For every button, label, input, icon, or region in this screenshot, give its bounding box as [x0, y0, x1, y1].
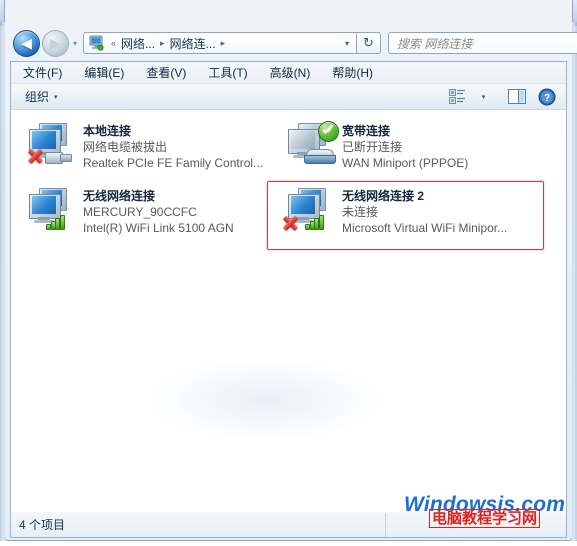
menu-item-view[interactable]: 查看(V) — [146, 64, 186, 81]
wireless-signal-icon — [25, 186, 83, 234]
connection-name: 本地连接 — [83, 124, 132, 138]
breadcrumb-leading-separator: « — [111, 38, 117, 48]
search-box[interactable]: 搜索 网络连接 — [388, 32, 577, 54]
signal-bars-icon — [305, 214, 325, 230]
breadcrumb-separator-2[interactable]: ▸ — [221, 38, 226, 49]
connections-list: 本地连接 网络电缆被拔出 Realtek PCIe FE Family Cont… — [11, 110, 566, 537]
connection-status: MERCURY_90CCFC — [83, 205, 197, 219]
search-input[interactable]: 搜索 网络连接 — [389, 35, 577, 52]
window-root: ✕ ◀ ▶ ▾ « 网络... — [0, 0, 577, 546]
window-edge-left — [0, 22, 5, 541]
list-item[interactable]: 无线网络连接 MERCURY_90CCFC Intel(R) WiFi Link… — [25, 186, 234, 236]
menu-item-help[interactable]: 帮助(H) — [332, 64, 373, 81]
forward-arrow-icon: ▶ — [50, 35, 61, 51]
toolbar: 组织 ▾ ▾ ? — [11, 84, 566, 110]
green-check-badge-icon — [318, 121, 339, 142]
breadcrumb-item-network[interactable]: 网络... — [120, 35, 156, 52]
svg-text:?: ? — [544, 93, 550, 104]
view-dropdown-button[interactable]: ▾ — [470, 87, 492, 107]
menu-item-file[interactable]: 文件(F) — [23, 64, 62, 81]
navigation-bar: ◀ ▶ ▾ « 网络... ▸ 网络连... ▸ ▾ ↻ 搜索 网络连接 — [5, 28, 577, 58]
list-item-labels: 无线网络连接 2 未连接 Microsoft Virtual WiFi Mini… — [342, 186, 507, 236]
connection-device: Intel(R) WiFi Link 5100 AGN — [83, 221, 234, 235]
chevron-down-icon: ▾ — [481, 93, 486, 101]
red-x-badge-icon — [25, 146, 45, 166]
connection-name: 宽带连接 — [342, 124, 391, 138]
address-dropdown-icon[interactable]: ▾ — [345, 39, 349, 48]
preview-pane-button[interactable] — [506, 87, 528, 107]
network-icon — [88, 35, 104, 51]
list-item[interactable]: 宽带连接 已断开连接 WAN Miniport (PPPOE) — [284, 121, 468, 171]
connection-status: 未连接 — [342, 205, 379, 219]
list-item[interactable]: 本地连接 网络电缆被拔出 Realtek PCIe FE Family Cont… — [25, 121, 263, 171]
network-disconnected-cable-icon — [25, 121, 83, 169]
menu-bar: 文件(F) 编辑(E) 查看(V) 工具(T) 高级(N) 帮助(H) — [11, 62, 566, 84]
menu-item-tools[interactable]: 工具(T) — [208, 64, 247, 81]
back-button[interactable]: ◀ — [13, 29, 40, 57]
modem-device-icon — [304, 149, 336, 164]
window-edge-right — [572, 22, 577, 541]
ethernet-plug-icon — [45, 150, 72, 164]
help-button[interactable]: ? — [536, 87, 558, 107]
change-view-button[interactable] — [446, 87, 468, 107]
refresh-icon: ↻ — [363, 35, 374, 50]
connection-name: 无线网络连接 — [83, 189, 156, 203]
toolbar-right-group: ▾ ? — [444, 87, 558, 107]
status-item-count: 4 个项目 — [19, 518, 66, 532]
refresh-button[interactable]: ↻ — [356, 32, 381, 54]
forward-button[interactable]: ▶ — [42, 29, 69, 57]
connection-status: 已断开连接 — [342, 140, 403, 154]
organize-caret-icon[interactable]: ▾ — [54, 93, 58, 101]
wireless-signal-icon — [284, 186, 342, 234]
status-bar: 4 个项目 — [10, 512, 567, 538]
breadcrumb-separator-1[interactable]: ▸ — [160, 38, 165, 49]
list-item[interactable]: 无线网络连接 2 未连接 Microsoft Virtual WiFi Mini… — [284, 186, 507, 236]
wan-modem-icon — [284, 121, 342, 169]
menu-item-advanced[interactable]: 高级(N) — [270, 64, 311, 81]
connection-device: Microsoft Virtual WiFi Minipor... — [342, 221, 508, 235]
address-breadcrumb-bar[interactable]: « 网络... ▸ 网络连... ▸ ▾ — [83, 32, 356, 54]
organize-button[interactable]: 组织 — [25, 88, 49, 105]
list-item-labels: 无线网络连接 MERCURY_90CCFC Intel(R) WiFi Link… — [83, 186, 234, 236]
content-panel: 文件(F) 编辑(E) 查看(V) 工具(T) 高级(N) 帮助(H) 组织 ▾ — [10, 61, 567, 538]
status-bar-separator — [385, 512, 387, 537]
list-item-labels: 本地连接 网络电缆被拔出 Realtek PCIe FE Family Cont… — [83, 121, 263, 171]
connection-status: 网络电缆被拔出 — [83, 140, 168, 154]
red-x-badge-icon — [280, 213, 300, 233]
connection-device: Realtek PCIe FE Family Control... — [83, 156, 264, 170]
signal-bars-icon — [46, 214, 66, 230]
list-item-labels: 宽带连接 已断开连接 WAN Miniport (PPPOE) — [342, 121, 468, 171]
back-arrow-icon: ◀ — [21, 35, 32, 51]
connection-device: WAN Miniport (PPPOE) — [342, 156, 469, 170]
menu-item-edit[interactable]: 编辑(E) — [84, 64, 124, 81]
breadcrumb-item-network-connections[interactable]: 网络连... — [169, 35, 217, 52]
background-smudge — [151, 360, 381, 440]
connection-name: 无线网络连接 2 — [342, 189, 425, 203]
recent-pages-button[interactable]: ▾ — [69, 31, 81, 56]
chevron-down-icon: ▾ — [72, 38, 77, 48]
